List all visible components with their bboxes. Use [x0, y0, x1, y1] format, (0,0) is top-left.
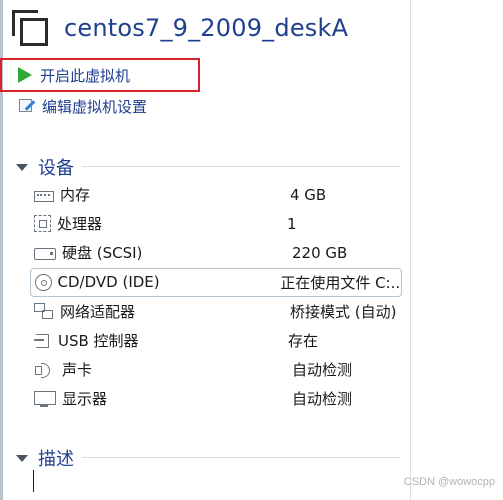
- description-section-label: 描述: [38, 449, 74, 470]
- vm-actions: 开启此虚拟机 编辑虚拟机设置: [0, 58, 214, 120]
- hard-disk-icon: [34, 248, 56, 261]
- device-name: 处理器: [57, 215, 103, 234]
- device-row-usb-controller[interactable]: USB 控制器 存在: [30, 326, 402, 355]
- collapse-triangle-icon: [16, 163, 28, 171]
- device-row-cd-dvd[interactable]: CD/DVD (IDE) 正在使用文件 C:...: [30, 267, 402, 297]
- device-name: 硬盘 (SCSI): [62, 244, 143, 263]
- usb-controller-icon: [34, 332, 52, 350]
- devices-section-toggle[interactable]: 设备: [16, 154, 74, 180]
- virtual-machine-icon: [10, 8, 50, 48]
- device-row-hard-disk[interactable]: 硬盘 (SCSI) 220 GB: [30, 238, 402, 267]
- vm-title: centos7_9_2009_deskA: [64, 14, 349, 42]
- device-value: 220 GB: [292, 243, 348, 262]
- devices-section-rule: [82, 166, 400, 167]
- watermark: CSDN @wowocpp: [403, 476, 495, 488]
- processor-icon: [34, 215, 51, 233]
- edit-vm-settings-button[interactable]: 编辑虚拟机设置: [18, 92, 214, 120]
- edit-settings-label: 编辑虚拟机设置: [42, 97, 148, 116]
- device-value: 正在使用文件 C:...: [280, 273, 402, 292]
- device-value: 1: [287, 214, 297, 233]
- device-name: 内存: [60, 186, 91, 205]
- device-row-memory[interactable]: 内存 4 GB: [30, 180, 402, 209]
- play-icon: [18, 67, 32, 83]
- devices-list: 内存 4 GB 处理器 1 硬盘 (SCSI) 220 GB CD/DVD (I…: [30, 180, 402, 414]
- description-section-toggle[interactable]: 描述: [16, 445, 74, 471]
- device-name: USB 控制器: [58, 332, 139, 351]
- device-row-processor[interactable]: 处理器 1: [30, 209, 402, 238]
- device-row-network-adapter[interactable]: 网络适配器 桥接模式 (自动): [30, 297, 402, 326]
- description-section-rule: [82, 457, 400, 458]
- description-text-area[interactable]: [33, 470, 34, 492]
- device-value: 4 GB: [290, 185, 327, 204]
- device-row-sound-card[interactable]: 声卡 自动检测: [30, 355, 402, 384]
- device-name: 声卡: [62, 361, 93, 380]
- device-name: 网络适配器: [60, 302, 136, 321]
- power-on-label: 开启此虚拟机: [40, 66, 131, 85]
- device-value: 存在: [288, 332, 319, 351]
- network-adapter-icon: [34, 302, 54, 320]
- device-name: CD/DVD (IDE): [57, 273, 160, 292]
- devices-section-label: 设备: [38, 158, 74, 179]
- device-row-display[interactable]: 显示器 自动检测: [30, 384, 402, 413]
- panel-divider: [410, 0, 411, 500]
- sound-card-icon: [34, 361, 56, 379]
- edit-settings-icon: [18, 97, 36, 115]
- device-name: 显示器: [62, 390, 108, 409]
- cd-dvd-icon: [35, 273, 52, 291]
- device-value: 自动检测: [292, 361, 353, 380]
- vm-header: centos7_9_2009_deskA: [10, 6, 348, 50]
- device-value: 桥接模式 (自动): [290, 302, 397, 321]
- device-value: 自动检测: [292, 390, 353, 409]
- display-icon: [34, 390, 56, 408]
- collapse-triangle-icon: [16, 454, 28, 462]
- memory-icon: [34, 190, 54, 202]
- power-on-vm-button[interactable]: 开启此虚拟机: [0, 58, 200, 92]
